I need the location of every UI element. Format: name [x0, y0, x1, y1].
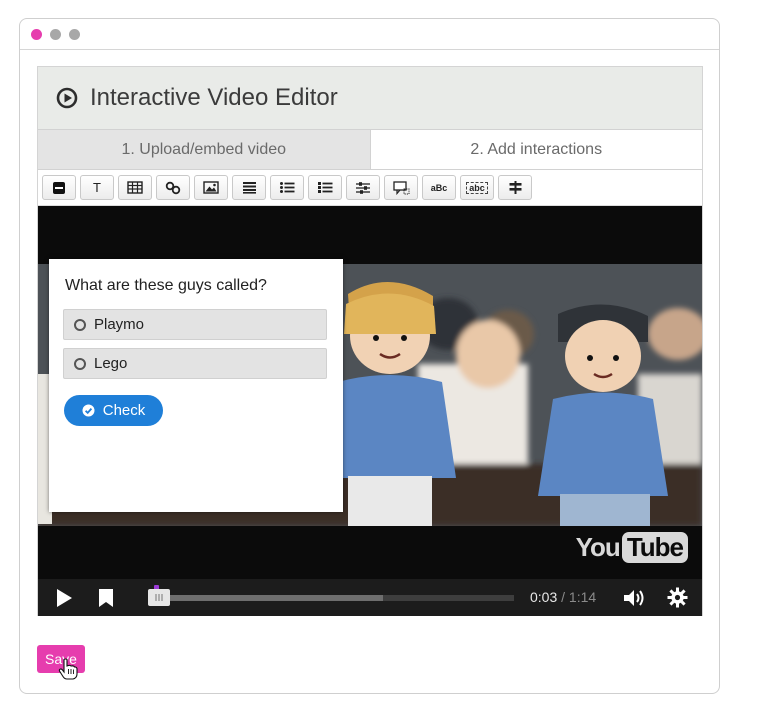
radio-circle-icon — [74, 318, 86, 331]
gear-icon[interactable] — [667, 587, 688, 608]
question-popup: What are these guys called? Playmo Lego … — [49, 259, 343, 512]
image-tool-button[interactable] — [194, 175, 228, 200]
text-tool-button[interactable]: T — [80, 175, 114, 200]
radio-circle-icon — [74, 357, 86, 370]
play-icon[interactable] — [54, 588, 74, 608]
current-time: 0:03 — [530, 589, 558, 605]
scrubber-handle[interactable] — [148, 589, 170, 606]
window-dot-close[interactable] — [31, 29, 42, 40]
sliders-icon — [356, 181, 370, 194]
speech-bubble-icon — [392, 180, 409, 195]
table-icon — [127, 181, 143, 194]
window-dot-maximize[interactable] — [69, 29, 80, 40]
image-icon — [203, 181, 219, 194]
youtube-logo-tube: Tube — [621, 532, 688, 563]
multiple-choice-tool-button[interactable] — [308, 175, 342, 200]
answer-label: Lego — [94, 355, 128, 372]
check-label: Check — [102, 402, 146, 419]
player-controls: 0:03 / 1:14 — [38, 579, 702, 616]
answer-option-playmo[interactable]: Playmo — [63, 309, 327, 340]
window-dot-minimize[interactable] — [50, 29, 61, 40]
check-circle-icon — [82, 404, 95, 417]
abc-icon: aBc — [430, 182, 448, 193]
list-icon — [242, 182, 256, 194]
dialog-tool-button[interactable] — [384, 175, 418, 200]
interactions-toolbar: T aBc abc — [38, 170, 702, 206]
tab-upload-embed-video[interactable]: 1. Upload/embed video — [38, 130, 371, 169]
grip-icon — [155, 594, 163, 601]
progress-bar[interactable] — [150, 595, 514, 601]
video-player[interactable]: What are these guys called? Playmo Lego … — [38, 206, 702, 616]
hand-cursor-icon — [58, 658, 78, 680]
time-separator: / — [561, 589, 566, 605]
statements-tool-button[interactable] — [42, 175, 76, 200]
link-tool-button[interactable] — [156, 175, 190, 200]
editor-title: Interactive Video Editor — [90, 84, 338, 111]
tab-add-interactions[interactable]: 2. Add interactions — [370, 130, 702, 169]
true-false-tool-button[interactable] — [346, 175, 380, 200]
answer-label: Playmo — [94, 316, 145, 333]
summary-tool-button[interactable] — [232, 175, 266, 200]
signpost-icon — [509, 181, 521, 194]
fill-blanks-tool-button[interactable]: aBc — [422, 175, 456, 200]
single-choice-tool-button[interactable] — [270, 175, 304, 200]
answer-option-lego[interactable]: Lego — [63, 348, 327, 379]
bookmark-icon[interactable] — [98, 588, 114, 608]
question-text: What are these guys called? — [65, 277, 267, 294]
navigation-tool-button[interactable] — [498, 175, 532, 200]
progress-buffered — [150, 595, 383, 601]
play-circle-icon — [56, 87, 78, 109]
browser-window: Interactive Video Editor 1. Upload/embed… — [19, 18, 720, 694]
checklist-icon — [318, 182, 333, 193]
youtube-logo[interactable]: You Tube — [576, 532, 688, 563]
abc-box-icon: abc — [466, 181, 488, 194]
link-icon — [165, 181, 181, 194]
editor-tabs: 1. Upload/embed video 2. Add interaction… — [38, 130, 702, 170]
text-t-icon: T — [93, 180, 101, 195]
time-display: 0:03 / 1:14 — [530, 589, 596, 605]
youtube-logo-you: You — [575, 532, 621, 562]
minus-square-icon — [53, 181, 65, 194]
volume-icon[interactable] — [623, 588, 647, 608]
table-tool-button[interactable] — [118, 175, 152, 200]
check-button[interactable]: Check — [64, 395, 163, 426]
bulleted-list-icon — [280, 182, 295, 193]
window-titlebar — [20, 19, 719, 50]
duration: 1:14 — [568, 589, 597, 605]
editor-header: Interactive Video Editor — [38, 67, 702, 130]
drag-text-tool-button[interactable]: abc — [460, 175, 494, 200]
interactive-video-editor: Interactive Video Editor 1. Upload/embed… — [37, 66, 703, 616]
